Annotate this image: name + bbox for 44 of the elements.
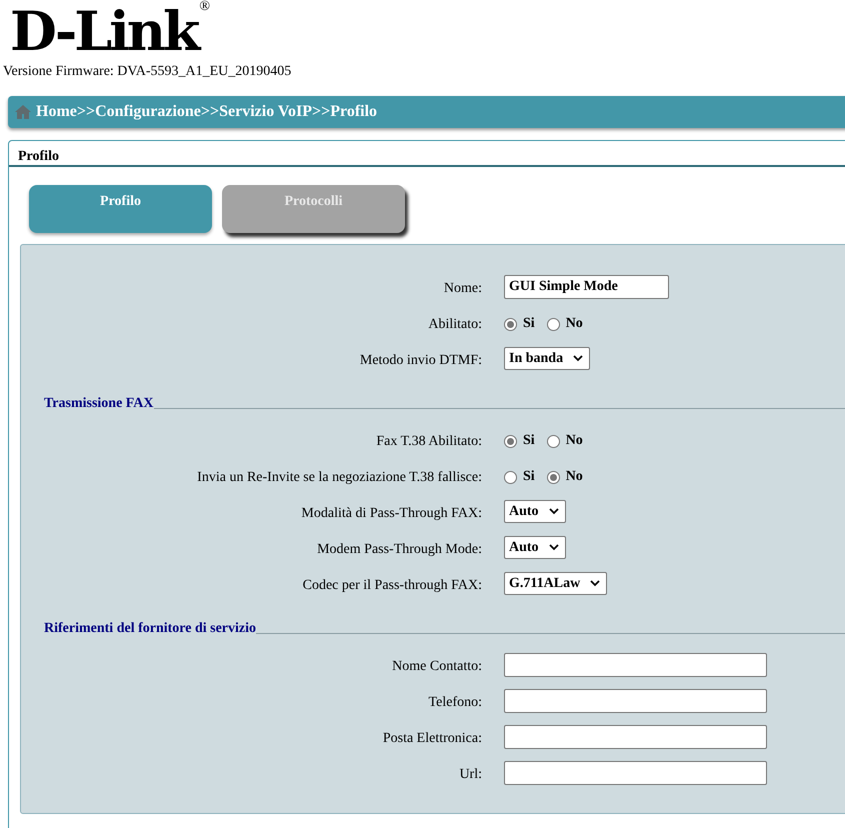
field-label: Metodo invio DTMF: [360,353,482,368]
radio-label: No [566,314,583,332]
radio-label: Si [523,432,535,450]
field-label: Abilitato: [428,317,482,332]
dropdown[interactable]: G.711ALaw [504,572,608,595]
radio-label: No [566,432,583,450]
frame-title: Profilo [18,149,59,164]
text-field[interactable] [504,689,767,713]
text-field[interactable] [504,653,767,677]
logo: D-Link [10,0,198,62]
radio-button[interactable] [546,435,560,448]
field-label: Nome: [444,281,482,296]
radio-button[interactable] [546,471,560,484]
chevron-down-icon [548,544,559,551]
field-label: Nome Contatto: [392,659,482,674]
radio-label: Si [523,468,535,486]
radio-button[interactable] [546,318,560,331]
dropdown[interactable]: Auto [504,500,566,523]
firmware-version: Versione Firmware: DVA-5593_A1_EU_20190405 [2,64,292,80]
field-label: Codec per il Pass-through FAX: [302,578,482,593]
chevron-down-icon [548,508,559,515]
registered-mark: ® [199,0,210,14]
field-label: Url: [459,767,482,782]
chevron-down-icon [590,580,600,587]
field-label: Telefono: [428,695,482,710]
radio-label: Si [523,314,535,332]
dropdown[interactable]: In banda [504,347,590,370]
field-label: Modem Pass-Through Mode: [317,542,482,557]
dropdown[interactable]: Auto [504,536,566,559]
field-label: Posta Elettronica: [382,731,482,746]
text-field[interactable] [504,725,767,749]
text-field[interactable] [504,761,767,785]
field-label: Invia un Re-Invite se la negoziazione T.38 fallisce: [197,470,482,485]
field-label: Modalità di Pass-Through FAX: [301,506,482,521]
radio-button[interactable] [504,435,517,448]
section-title: Riferimenti del fornitore di servizio [44,620,256,638]
chevron-down-icon [573,355,584,362]
section-title: Trasmissione FAX [44,395,154,413]
field-label: Fax T.38 Abilitato: [376,434,482,449]
text-field[interactable]: GUI Simple Mode [504,275,669,299]
radio-button[interactable] [504,318,517,331]
breadcrumb: Home>>Configurazione>>Servizio VoIP>>Profilo [36,102,378,122]
radio-button[interactable] [504,471,517,484]
radio-label: No [566,468,583,486]
